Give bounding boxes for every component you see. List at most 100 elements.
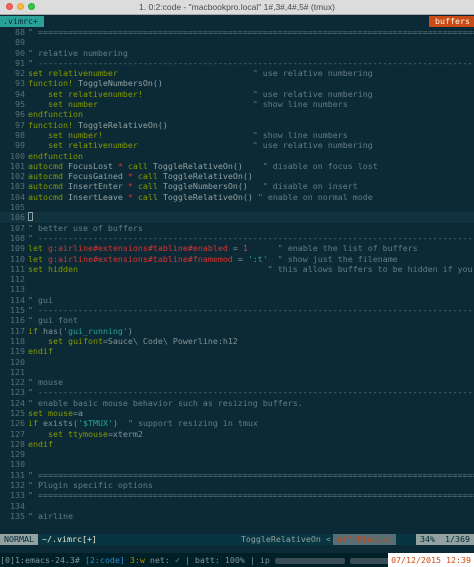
- editor-line[interactable]: 99 set relativenumber " use relative num…: [0, 140, 474, 150]
- code-token: " Plugin specific options: [28, 480, 153, 491]
- editor-line[interactable]: 109 let g:airline#extensions#tabline#enab…: [0, 243, 474, 253]
- code-token: number!: [67, 129, 253, 140]
- editor-line[interactable]: 117 if has('gui_running'): [0, 326, 474, 336]
- editor-line[interactable]: 88 " ====================================…: [0, 27, 474, 37]
- code-token: " disable on insert: [262, 181, 358, 192]
- code-token: =: [237, 253, 248, 264]
- editor-line[interactable]: 130: [0, 459, 474, 469]
- editor-line[interactable]: 126 if exists('$TMUX') " support resizing…: [0, 418, 474, 428]
- buffer-tab-vimrc[interactable]: .vimrc+: [0, 16, 44, 27]
- zoom-window-button[interactable]: [28, 3, 35, 10]
- editor-line[interactable]: 133 " ===================================…: [0, 490, 474, 500]
- code-token: let: [28, 243, 48, 254]
- editor-line[interactable]: 92 set relativenumber " use relative numb…: [0, 68, 474, 78]
- line-number: 93: [15, 78, 25, 89]
- code-token: g:airline#extensions#tabline#fnamemod: [47, 253, 238, 264]
- editor-line[interactable]: 129: [0, 449, 474, 459]
- editor-line[interactable]: 107 " better use of buffers: [0, 223, 474, 233]
- editor-line[interactable]: 131 " ===================================…: [0, 470, 474, 480]
- editor-line[interactable]: 125 set mouse=a: [0, 408, 474, 418]
- code-token: InsertLeave: [67, 191, 128, 202]
- editor-line[interactable]: 90 " relative numbering: [0, 48, 474, 58]
- tmux-window-1[interactable]: [0]1:emacs-24.3#: [0, 555, 80, 565]
- editor-buffer[interactable]: 88 " ====================================…: [0, 27, 474, 521]
- code-token: set: [28, 335, 68, 346]
- editor-line[interactable]: 103 autocmd InsertEnter * call ToggleNumb…: [0, 181, 474, 191]
- code-token: function!: [28, 119, 78, 130]
- editor-line[interactable]: 119 endif: [0, 346, 474, 356]
- editor-line[interactable]: 96 endfunction: [0, 109, 474, 119]
- datetime: 07/12/2015 12:39: [388, 553, 474, 567]
- code-token: " use relative numbering: [252, 140, 373, 151]
- line-number: 98: [15, 129, 25, 140]
- editor-line[interactable]: 113: [0, 284, 474, 294]
- line-number: 128: [10, 438, 25, 449]
- code-token: " airline: [28, 510, 73, 521]
- line-number: 131: [10, 469, 25, 480]
- editor-line[interactable]: 104 autocmd InsertLeave * call ToggleRela…: [0, 192, 474, 202]
- editor-line[interactable]: 120: [0, 357, 474, 367]
- editor-line[interactable]: 134: [0, 501, 474, 511]
- code-token: has(: [43, 325, 63, 336]
- editor-line[interactable]: 95 set number " show line numbers: [0, 99, 474, 109]
- editor-line[interactable]: 111 set hidden " this allows buffers to b…: [0, 264, 474, 274]
- editor-line[interactable]: 114 " gui: [0, 295, 474, 305]
- code-token: " use relative numbering: [252, 68, 373, 79]
- editor-line[interactable]: 108 " -----------------------------------…: [0, 233, 474, 243]
- editor-line[interactable]: 110 let g:airline#extensions#tabline#fnam…: [0, 254, 474, 264]
- line-number: 114: [10, 294, 25, 305]
- editor-line[interactable]: 121: [0, 367, 474, 377]
- editor-line[interactable]: 128 endif: [0, 439, 474, 449]
- tmux-window-3[interactable]: 3:w: [130, 555, 145, 565]
- editor-line[interactable]: 93 function! ToggleNumbersOn(): [0, 78, 474, 88]
- line-number: 132: [10, 480, 25, 491]
- code-token: " enable on normal mode: [257, 191, 373, 202]
- editor-line[interactable]: 127 set ttymouse=xterm2: [0, 429, 474, 439]
- editor-line[interactable]: 115 " -----------------------------------…: [0, 305, 474, 315]
- code-token: set: [28, 140, 68, 151]
- line-number: 123: [10, 387, 25, 398]
- code-token: ): [112, 418, 128, 429]
- editor-line[interactable]: 98 set number! " show line numbers: [0, 130, 474, 140]
- editor-line[interactable]: 112: [0, 274, 474, 284]
- editor-line[interactable]: 89: [0, 37, 474, 47]
- editor-line[interactable]: 100 endfunction: [0, 151, 474, 161]
- code-token: " show line numbers: [252, 129, 348, 140]
- editor-line[interactable]: 118 set guifont=Sauce\ Code\ Powerline:h…: [0, 336, 474, 346]
- line-number: 122: [10, 377, 25, 388]
- line-number: 96: [15, 109, 25, 120]
- line-number: 92: [15, 68, 25, 79]
- code-token: " show line numbers: [252, 99, 348, 110]
- editor-line[interactable]: 122 " mouse: [0, 377, 474, 387]
- line-number: 124: [10, 397, 25, 408]
- editor-line[interactable]: 135 " airline: [0, 511, 474, 521]
- editor-line[interactable]: 106: [0, 212, 474, 223]
- close-window-button[interactable]: [6, 3, 13, 10]
- code-token: guifont: [67, 335, 103, 346]
- editor-line[interactable]: 91 " ------------------------------------…: [0, 58, 474, 68]
- code-token: *: [127, 171, 138, 182]
- editor-line[interactable]: 123 " -----------------------------------…: [0, 387, 474, 397]
- tmux-window-2[interactable]: [2:code]: [85, 555, 125, 565]
- editor-line[interactable]: 94 set relativenumber! " use relative nu…: [0, 89, 474, 99]
- editor-line[interactable]: 116 " gui font: [0, 315, 474, 325]
- code-token: " relative numbering: [28, 47, 128, 58]
- line-number: 120: [10, 356, 25, 367]
- editor-line[interactable]: 97 function! ToggleRelativeOn(): [0, 120, 474, 130]
- editor-line[interactable]: 101 autocmd FocusLost * call ToggleRelati…: [0, 161, 474, 171]
- code-token: autocmd: [28, 160, 68, 171]
- code-token: endfunction: [28, 109, 83, 120]
- line-number: 100: [10, 150, 25, 161]
- code-token: ToggleRelativeOn(): [162, 191, 258, 202]
- window-controls: [6, 3, 35, 10]
- code-token: set: [28, 129, 68, 140]
- editor-line[interactable]: 124 " enable basic mouse behavior such as…: [0, 398, 474, 408]
- editor-line[interactable]: 132 " Plugin specific options: [0, 480, 474, 490]
- line-number: 119: [10, 346, 25, 357]
- editor-line[interactable]: 105: [0, 202, 474, 212]
- code-token: set: [28, 99, 68, 110]
- minimize-window-button[interactable]: [17, 3, 24, 10]
- line-number: 88: [15, 27, 25, 37]
- code-token: FocusLost: [67, 160, 118, 171]
- editor-line[interactable]: 102 autocmd FocusGained * call ToggleRela…: [0, 171, 474, 181]
